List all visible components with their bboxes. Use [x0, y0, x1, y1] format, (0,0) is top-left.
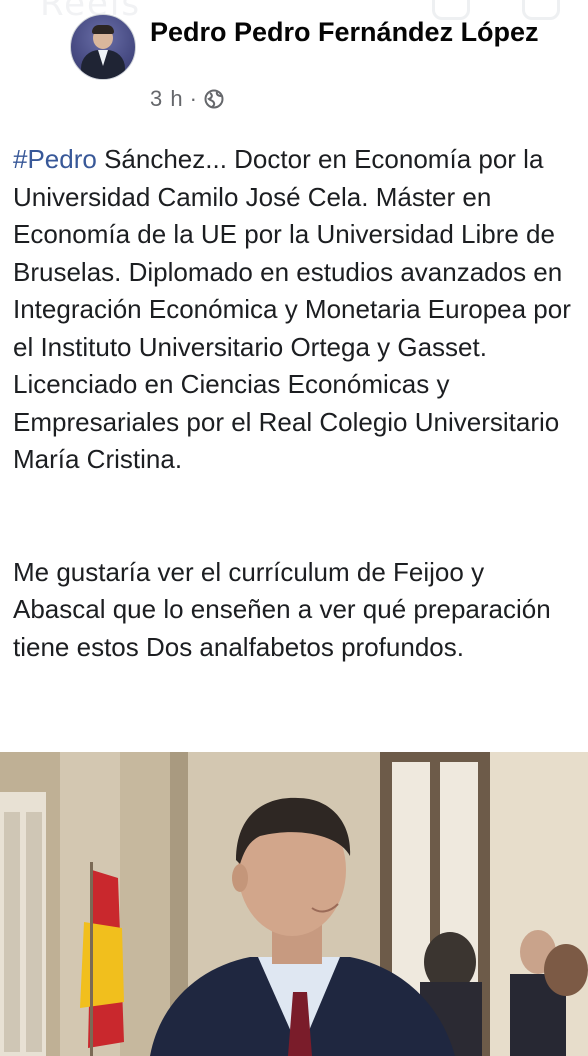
author-name[interactable]: Pedro Pedro Fernández López — [150, 14, 580, 50]
post-meta: 3 h · — [150, 86, 224, 112]
post-header: Pedro Pedro Fernández López 3 h · — [70, 14, 580, 114]
post-body: #Pedro Sánchez... Doctor en Economía por… — [13, 141, 578, 666]
avatar[interactable] — [70, 14, 136, 80]
hashtag-link[interactable]: #Pedro — [13, 144, 97, 174]
globe-icon[interactable] — [204, 89, 224, 109]
photo-illustration — [0, 752, 588, 1056]
post-photo[interactable] — [0, 752, 588, 1056]
post-paragraph-2: Me gustaría ver el currículum de Feijoo … — [13, 556, 551, 662]
meta-separator: · — [189, 86, 198, 111]
timestamp[interactable]: 3 h — [150, 86, 184, 112]
paragraph-1-text: Sánchez... Doctor en Economía por la Uni… — [13, 144, 571, 474]
post-paragraph-1: #Pedro Sánchez... Doctor en Economía por… — [13, 141, 578, 479]
